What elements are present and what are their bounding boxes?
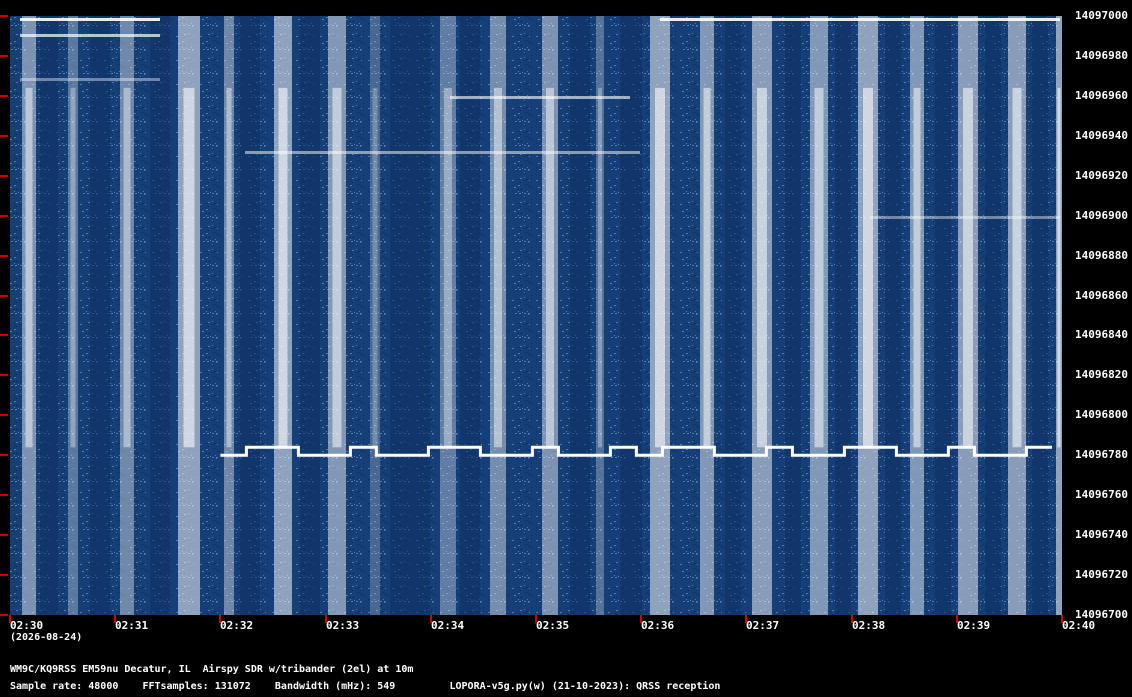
carrier-line [450, 96, 630, 99]
y-tick-label: 14096880 [1075, 249, 1128, 262]
dark-gap [150, 16, 170, 615]
spectrogram-canvas [10, 16, 1062, 615]
y-tick-mark [0, 215, 8, 217]
y-tick-label: 14096720 [1075, 568, 1128, 581]
signal-band-core [703, 87, 711, 448]
signal-band-core [278, 87, 288, 448]
y-tick-mark [0, 295, 8, 297]
station-info: WM9C/KQ9RSS EM59nu Decatur, IL Airspy SD… [10, 664, 414, 675]
signal-band-core [1012, 87, 1022, 448]
receiver-settings: Sample rate: 48000 FFTsamples: 131072 Ba… [10, 681, 721, 692]
y-tick-label: 14096840 [1075, 328, 1128, 341]
y-tick-mark [0, 494, 8, 496]
y-tick-label: 14096960 [1075, 89, 1128, 102]
y-tick-mark [0, 15, 8, 17]
y-tick-label: 14097000 [1075, 9, 1128, 22]
x-tick-label: 02:39 [957, 619, 991, 632]
x-tick-label: 02:36 [641, 619, 675, 632]
carrier-line [870, 216, 1060, 219]
x-tick-label: 02:34 [431, 619, 465, 632]
spectrogram-waterfall [10, 16, 1062, 615]
y-tick-label: 14096800 [1075, 408, 1128, 421]
x-tick-label: 02:31 [115, 619, 149, 632]
carrier-line [20, 78, 160, 81]
y-tick-mark [0, 614, 8, 616]
y-tick-mark [0, 574, 8, 576]
signal-band-core [598, 87, 602, 448]
y-tick-mark [0, 334, 8, 336]
x-tick-label: 02:33 [326, 619, 360, 632]
dark-gap [300, 16, 320, 615]
dark-gap [835, 16, 851, 615]
dark-gap [620, 16, 642, 615]
x-tick-label: 02:35 [536, 619, 570, 632]
dark-gap [985, 16, 1001, 615]
y-tick-label: 14096900 [1075, 209, 1128, 222]
x-tick-label: 02:38 [852, 619, 886, 632]
x-tick-label: 02:37 [746, 619, 780, 632]
x-tick-label: 02:30 [10, 619, 44, 632]
y-tick-mark [0, 255, 8, 257]
signal-band-core [757, 87, 767, 448]
carrier-line [20, 34, 160, 37]
dark-gap [1032, 16, 1048, 615]
y-tick-label: 14096820 [1075, 368, 1128, 381]
signal-band-core [963, 87, 973, 448]
signal-band-core [226, 87, 232, 448]
y-tick-mark [0, 95, 8, 97]
signal-band-core [332, 87, 342, 448]
y-tick-mark [0, 55, 8, 57]
dark-gap [460, 16, 480, 615]
dark-gap [935, 16, 951, 615]
signal-band-core [913, 87, 921, 448]
signal-band-core [183, 87, 195, 448]
dark-gap [390, 16, 430, 615]
signal-band-core [123, 87, 131, 448]
y-tick-label: 14096920 [1075, 169, 1128, 182]
signal-band-core [25, 87, 33, 448]
signal-band-core [655, 87, 665, 448]
y-tick-mark [0, 534, 8, 536]
dark-gap [240, 16, 260, 615]
y-tick-label: 14096780 [1075, 448, 1128, 461]
y-tick-mark [0, 374, 8, 376]
dark-gap [725, 16, 741, 615]
signal-band-core [494, 87, 502, 448]
y-tick-mark [0, 414, 8, 416]
x-tick-label: 02:32 [220, 619, 254, 632]
signal-band-core [1057, 87, 1061, 448]
x-tick-label: 02:40 [1062, 619, 1096, 632]
carrier-line [660, 18, 1060, 21]
carrier-line [245, 151, 640, 154]
y-tick-label: 14096860 [1075, 289, 1128, 302]
dark-gap [785, 16, 801, 615]
y-tick-label: 14096760 [1075, 488, 1128, 501]
signal-band-core [546, 87, 554, 448]
signal-band-core [70, 87, 76, 448]
signal-band-core [444, 87, 452, 448]
dark-gap [90, 16, 110, 615]
carrier-line [20, 18, 160, 21]
dark-gap [570, 16, 590, 615]
y-tick-mark [0, 135, 8, 137]
signal-band-core [372, 87, 378, 448]
signal-band-core [814, 87, 824, 448]
y-tick-label: 14096940 [1075, 129, 1128, 142]
y-tick-label: 14096980 [1075, 49, 1128, 62]
y-tick-mark [0, 454, 8, 456]
y-tick-label: 14096740 [1075, 528, 1128, 541]
signal-band-core [863, 87, 873, 448]
date-label: (2026-08-24) [10, 632, 83, 643]
dark-gap [885, 16, 901, 615]
y-tick-mark [0, 175, 8, 177]
dark-gap [40, 16, 58, 615]
